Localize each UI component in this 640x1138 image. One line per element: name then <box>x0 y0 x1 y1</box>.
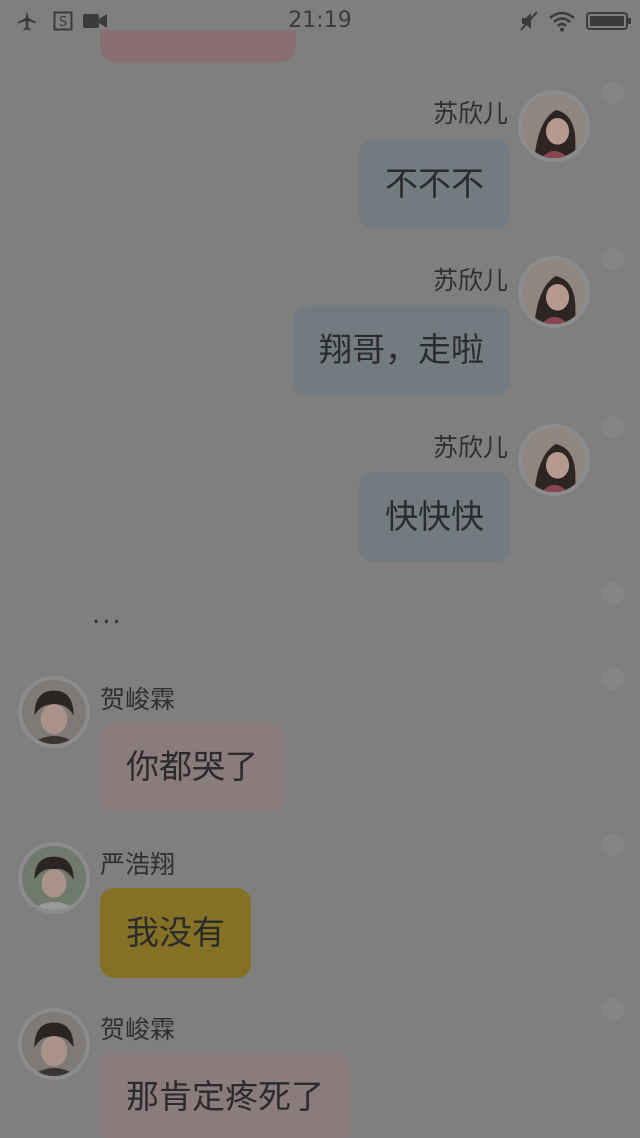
message-bubble[interactable]: 快快快 <box>359 472 510 562</box>
chat-area: 苏欣儿 不不不 苏欣儿 翔哥，走啦 苏欣儿 快快快 ... 贺峻霖 你都哭了 严… <box>0 0 640 1138</box>
message-bubble[interactable]: 那肯定疼死了 <box>100 1052 350 1138</box>
battery-icon <box>586 12 631 30</box>
message-bubble[interactable]: 我没有 <box>100 888 251 978</box>
avatar[interactable] <box>18 1008 90 1080</box>
message-bubble[interactable]: 翔哥，走啦 <box>293 305 510 395</box>
wifi-icon <box>549 11 575 32</box>
avatar-boy-icon <box>22 680 86 744</box>
message-select-dot[interactable] <box>602 668 624 690</box>
avatar[interactable] <box>518 90 590 162</box>
status-bar: S 21:19 <box>0 0 640 44</box>
message-select-dot[interactable] <box>602 834 624 856</box>
message-select-dot[interactable] <box>602 248 624 270</box>
sender-name: 贺峻霖 <box>100 685 176 714</box>
avatar[interactable] <box>18 676 90 748</box>
avatar-girl-icon <box>522 260 586 324</box>
sender-name: 苏欣儿 <box>432 433 508 462</box>
avatar-boy-icon <box>22 1012 86 1076</box>
sender-name: 严浩翔 <box>100 850 176 879</box>
message-select-dot[interactable] <box>602 998 624 1020</box>
narration-text: ... <box>92 600 123 630</box>
mute-icon <box>520 11 538 31</box>
avatar-girl-icon <box>522 94 586 158</box>
sender-name: 贺峻霖 <box>100 1015 176 1044</box>
avatar-girl-icon <box>522 428 586 492</box>
message-select-dot[interactable] <box>602 416 624 438</box>
sender-name: 苏欣儿 <box>432 99 508 128</box>
message-select-dot[interactable] <box>602 582 624 604</box>
avatar-boy-icon <box>22 846 86 910</box>
avatar[interactable] <box>18 842 90 914</box>
message-select-dot[interactable] <box>602 82 624 104</box>
message-bubble[interactable]: 不不不 <box>359 139 510 229</box>
message-bubble[interactable]: 你都哭了 <box>100 722 284 812</box>
status-time: 21:19 <box>288 8 352 33</box>
avatar[interactable] <box>518 256 590 328</box>
avatar[interactable] <box>518 424 590 496</box>
sender-name: 苏欣儿 <box>432 266 508 295</box>
